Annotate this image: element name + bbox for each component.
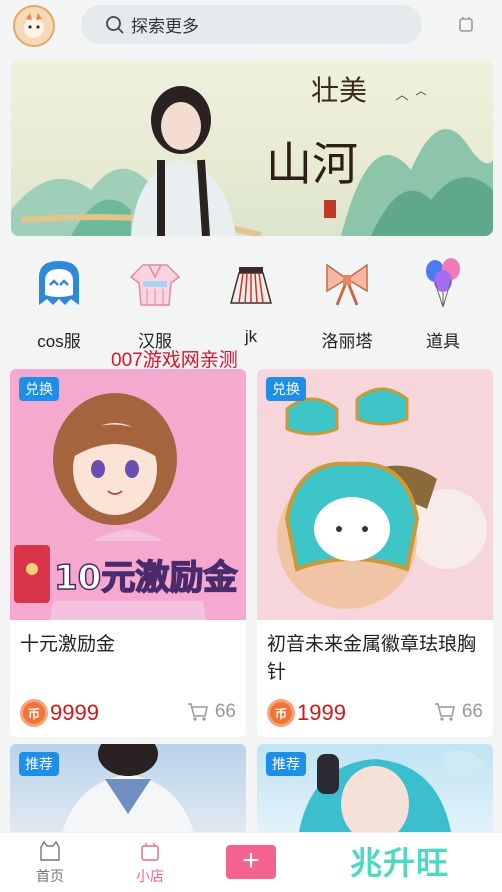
cart-icon — [434, 703, 455, 721]
avatar[interactable] — [13, 5, 55, 47]
bow-icon — [326, 263, 368, 306]
ghost-icon — [39, 261, 79, 305]
image-caption: 10元激励金 — [54, 558, 238, 598]
category-label: 道具 — [426, 332, 460, 351]
category-lolita[interactable]: 洛丽塔 — [312, 255, 382, 352]
tab-home[interactable]: 首页 — [20, 839, 80, 886]
shop-icon — [141, 843, 159, 861]
category-cos[interactable]: cos服 — [24, 255, 94, 352]
message-icon[interactable] — [459, 16, 473, 32]
product-tag: 兑换 — [266, 377, 306, 401]
price-value: 1999 — [297, 700, 346, 725]
coin-icon: 币 — [267, 699, 295, 727]
tab-label: 小店 — [136, 868, 164, 884]
product-price: 币 9999 — [20, 699, 99, 727]
search-icon — [106, 15, 124, 34]
product-tag: 推荐 — [266, 752, 306, 776]
product-image — [257, 369, 493, 620]
price-value: 9999 — [50, 700, 99, 725]
seal-stamp — [324, 200, 336, 218]
hanfu-icon — [129, 264, 181, 306]
category-row: cos服 汉服 jk 洛丽塔 道具 — [0, 255, 502, 352]
product-title: 十元激励金 — [20, 634, 116, 655]
skirt-icon — [230, 267, 272, 304]
banner-title-main: 山河 — [266, 137, 358, 191]
brand-logo: 兆升旺 — [350, 845, 450, 881]
product-price: 币 1999 — [267, 699, 346, 727]
banner-title-top: 壮美 — [311, 74, 367, 107]
add-to-cart-button[interactable]: 66 — [187, 701, 236, 723]
product-card[interactable]: 10元激励金 兑换 十元激励金 币 9999 66 — [10, 369, 246, 737]
category-label: 洛丽塔 — [321, 332, 373, 351]
coin-icon: 币 — [20, 699, 48, 727]
add-to-cart-button[interactable]: 66 — [434, 701, 483, 723]
category-jk[interactable]: jk — [216, 255, 286, 347]
tab-shop[interactable]: 小店 — [120, 839, 180, 886]
product-image: 10元激励金 — [10, 369, 246, 620]
promo-banner[interactable]: 壮美 山河 — [11, 60, 493, 236]
product-title: 初音未来金属徽章珐琅胸针 — [267, 634, 477, 683]
product-card[interactable]: 推荐 — [10, 744, 246, 844]
cart-count: 66 — [461, 701, 483, 722]
cart-icon — [187, 703, 208, 721]
tab-label: 首页 — [36, 868, 64, 884]
product-card[interactable]: 兑换 初音未来金属徽章珐琅胸针 币 1999 66 — [257, 369, 493, 737]
category-label: jk — [244, 327, 258, 346]
home-icon — [40, 840, 60, 861]
search-bar[interactable]: 探索更多 — [81, 5, 422, 44]
balloons-icon — [426, 258, 460, 308]
publish-button[interactable]: + — [226, 845, 276, 879]
category-label: cos服 — [37, 332, 81, 351]
product-tag: 兑换 — [19, 377, 59, 401]
top-bar: 探索更多 — [0, 0, 502, 50]
search-placeholder: 探索更多 — [131, 17, 199, 36]
cart-count: 66 — [214, 701, 236, 722]
product-tag: 推荐 — [19, 752, 59, 776]
watermark-text: 007游戏网亲测 — [111, 350, 238, 371]
category-hanfu[interactable]: 汉服 — [120, 255, 190, 352]
category-props[interactable]: 道具 — [408, 255, 478, 352]
product-card[interactable]: 推荐 — [257, 744, 493, 844]
